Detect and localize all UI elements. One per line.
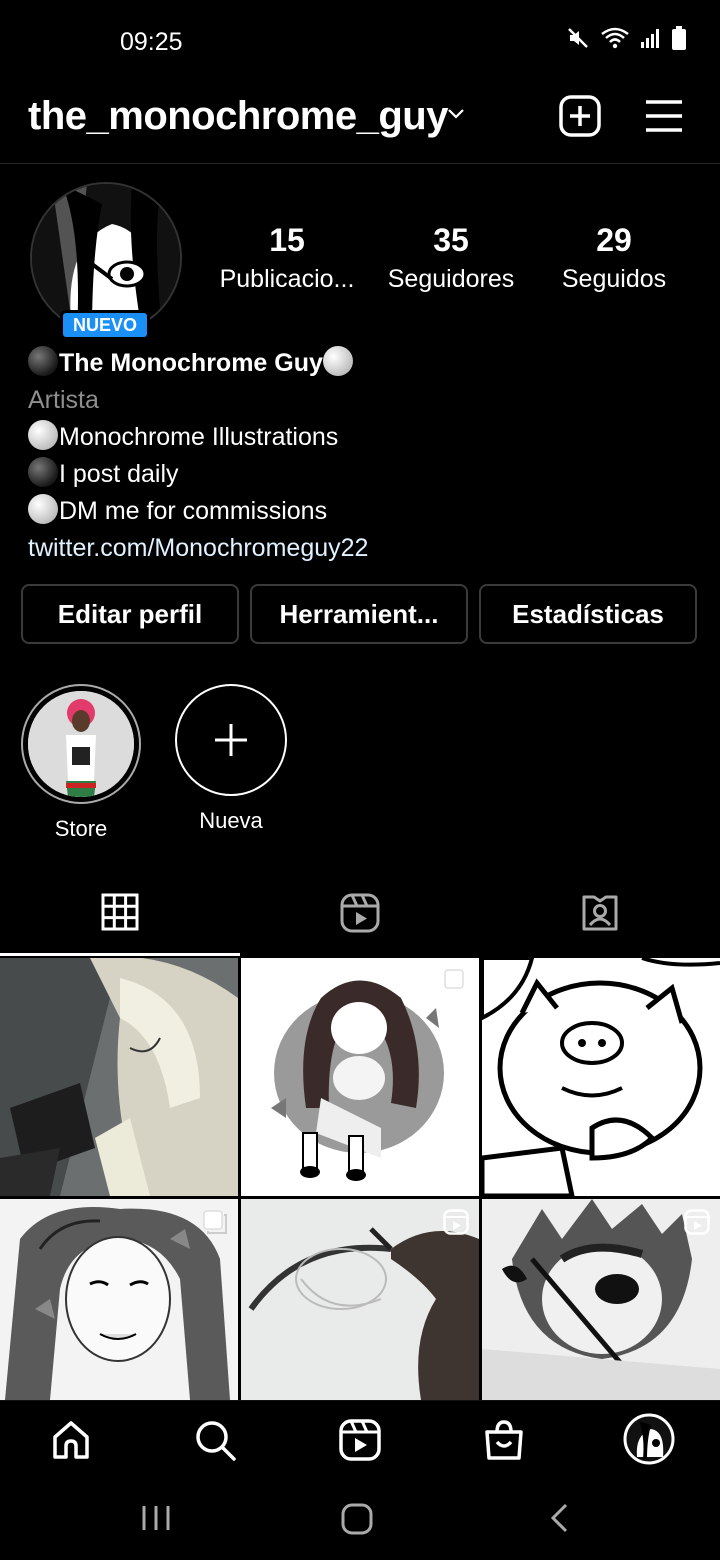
bio-line-text: I post daily [59, 460, 179, 488]
plus-icon [215, 724, 247, 756]
followers-count: 35 [433, 222, 469, 258]
tagged-icon [582, 895, 618, 931]
white-circle-icon [28, 420, 58, 450]
highlight-label: Store [54, 816, 108, 841]
reel-icon [443, 1209, 469, 1235]
status-icons [566, 26, 686, 50]
nav-home[interactable] [46, 1415, 96, 1465]
bio-line: DM me for commissions [28, 493, 688, 530]
nav-search[interactable] [190, 1415, 240, 1465]
white-circle-icon [322, 346, 353, 376]
recent-apps-icon[interactable] [140, 1502, 172, 1534]
stat-following[interactable]: 29 Seguidos [546, 222, 682, 294]
signal-icon [641, 29, 659, 48]
status-time: 09:25 [120, 28, 183, 56]
display-name-text: The Monochrome Guy [59, 349, 323, 377]
posts-label: Publicacio... [219, 265, 355, 293]
post-grid [0, 958, 720, 1437]
nav-profile[interactable] [623, 1413, 675, 1465]
followers-label: Seguidores [387, 265, 515, 293]
system-nav-bar [0, 1478, 720, 1560]
menu-icon[interactable] [644, 96, 684, 136]
reel-icon [684, 1209, 710, 1235]
bio-line-text: Monochrome Illustrations [59, 423, 339, 451]
multiple-photos-icon [444, 969, 468, 993]
highlight-ring [21, 684, 141, 804]
post-thumbnail[interactable] [241, 958, 479, 1196]
tab-reels[interactable] [240, 870, 480, 956]
profile-tabs [0, 870, 720, 956]
nav-shop[interactable] [479, 1415, 529, 1465]
display-name: The Monochrome Guy [28, 345, 688, 382]
grid-icon [101, 893, 139, 930]
account-username[interactable]: the_monochrome_guy [28, 94, 448, 139]
following-count: 29 [596, 222, 632, 258]
new-badge: NUEVO [60, 310, 150, 340]
shopping-bag-icon [485, 1420, 523, 1460]
bio-line: I post daily [28, 456, 688, 493]
edit-profile-button[interactable]: Editar perfil [21, 584, 239, 644]
stat-posts[interactable]: 15 Publicacio... [214, 222, 360, 294]
search-icon [196, 1421, 236, 1461]
insights-button[interactable]: Estadísticas [479, 584, 697, 644]
posts-count: 15 [269, 222, 305, 258]
white-circle-icon [28, 494, 58, 524]
profile-header: the_monochrome_guy [0, 84, 720, 164]
bio-line: Monochrome Illustrations [28, 419, 688, 456]
multiple-photos-icon [203, 1210, 227, 1234]
bio-line-text: DM me for commissions [59, 497, 328, 525]
bio-link[interactable]: twitter.com/Monochromeguy22 [28, 530, 688, 567]
back-icon[interactable] [546, 1502, 574, 1534]
tools-button[interactable]: Herramient... [250, 584, 468, 644]
tab-tagged[interactable] [480, 870, 720, 956]
home-icon [53, 1421, 89, 1459]
nav-reels[interactable] [335, 1415, 385, 1465]
profile-category: Artista [28, 386, 99, 414]
status-bar: 09:25 [0, 0, 720, 84]
new-highlight-ring [175, 684, 287, 796]
wifi-icon [601, 27, 629, 49]
post-thumbnail[interactable] [482, 958, 720, 1196]
profile-avatar-icon [623, 1413, 675, 1465]
stat-followers[interactable]: 35 Seguidores [378, 222, 524, 294]
chevron-down-icon[interactable] [445, 102, 467, 124]
bottom-nav [0, 1400, 720, 1478]
highlight-store[interactable]: Store [21, 684, 141, 842]
black-circle-icon [28, 346, 58, 376]
mute-icon [568, 28, 588, 48]
new-post-icon[interactable] [558, 94, 602, 138]
profile-bio: The Monochrome Guy Artista Monochrome Il… [28, 345, 688, 567]
highlight-new[interactable]: Nueva [171, 684, 291, 834]
black-circle-icon [28, 457, 58, 487]
reels-icon [340, 893, 380, 933]
home-button-icon[interactable] [340, 1502, 374, 1536]
reels-icon [339, 1419, 381, 1461]
following-label: Seguidos [561, 265, 667, 293]
post-thumbnail[interactable] [0, 958, 238, 1196]
tab-posts-grid[interactable] [0, 870, 240, 956]
highlight-cover [28, 691, 134, 797]
battery-icon [672, 26, 686, 50]
highlight-label: Nueva [199, 808, 263, 833]
